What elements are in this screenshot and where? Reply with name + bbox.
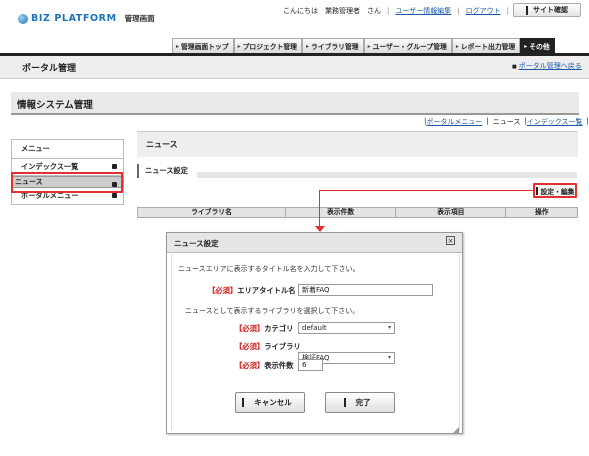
section-label: ニュース設定	[137, 164, 194, 178]
required-mark: 【必須】	[235, 324, 265, 333]
section-title: 情報システム管理	[17, 100, 93, 111]
page-title: ポータル管理	[22, 64, 77, 74]
tab-other[interactable]: その他	[520, 38, 555, 53]
portal-header-bar	[0, 56, 589, 79]
user-bar: こんにちは 業務管理者 さん | ユーザー情報編集 | ログアウト |	[283, 6, 515, 16]
instruction-library: ニュースとして表示するライブラリを選択して下さい。	[185, 307, 360, 315]
required-mark: 【必須】	[208, 286, 238, 295]
tab-report[interactable]: レポート出力管理	[451, 38, 521, 53]
section-header: ニュース設定	[137, 164, 578, 178]
button-label: 完了	[355, 398, 371, 407]
chevron-down-icon: ▾	[387, 324, 391, 331]
column-header-count: 表示件数	[286, 208, 397, 217]
brand-name: BIZ PLATFORM	[31, 13, 117, 24]
field-label: ライブラリ	[264, 342, 301, 351]
sidebar-item-label: インデックス一覧	[21, 162, 79, 171]
breadcrumb: | ポータルメニュー | ニュース | インデックス一覧 |	[420, 117, 589, 127]
resize-grip-icon[interactable]: ◢	[453, 425, 459, 434]
dialog-body	[171, 254, 460, 430]
breadcrumb-portal-menu[interactable]: ポータルメニュー	[426, 117, 482, 127]
sidebar-header: メニュー	[11, 139, 124, 159]
tab-admin-top[interactable]: 管理画面トップ	[172, 38, 234, 53]
button-label: キャンセル	[254, 398, 292, 407]
field-label: エリアタイトル名	[237, 286, 296, 295]
user-edit-link[interactable]: ユーザー情報編集	[395, 6, 451, 16]
divider: |	[457, 7, 460, 15]
settings-edit-button[interactable]: 設定・編集	[533, 183, 577, 198]
divider: |	[506, 7, 509, 15]
tab-user-group[interactable]: ユーザー・グループ管理	[363, 38, 452, 53]
divider: |	[387, 7, 390, 15]
close-icon[interactable]: ×	[446, 236, 455, 245]
main-nav: 管理画面トップ プロジェクト管理 ライブラリ管理 ユーザー・グループ管理 レポー…	[172, 38, 555, 53]
app-subtitle: 管理画面	[124, 14, 155, 23]
button-bar-icon	[343, 398, 346, 407]
logout-link[interactable]: ログアウト	[466, 6, 501, 16]
column-header-library: ライブラリ名	[138, 208, 286, 217]
divider: |	[486, 117, 489, 125]
column-header-items: 表示項目	[396, 208, 507, 217]
selection-highlight	[11, 172, 123, 193]
section-rule	[197, 172, 577, 178]
callout-line	[319, 190, 320, 228]
ok-button[interactable]: 完了	[325, 392, 395, 413]
table-header: ライブラリ名 表示件数 表示項目 操作	[137, 207, 578, 218]
breadcrumb-index-list[interactable]: インデックス一覧	[527, 117, 583, 127]
count-label: 【必須】表示件数	[235, 361, 293, 371]
bullet-icon	[112, 164, 117, 169]
column-header-action: 操作	[534, 208, 549, 216]
content-header-bar	[137, 131, 578, 157]
category-select[interactable]: default ▾	[298, 322, 395, 334]
site-confirm-button[interactable]: サイト確認	[513, 3, 581, 17]
bullet-icon	[112, 193, 117, 198]
area-title-input[interactable]: 新着FAQ	[298, 284, 433, 296]
system-header-bar	[11, 92, 579, 115]
tab-project[interactable]: プロジェクト管理	[233, 38, 302, 53]
back-to-portal-link[interactable]: ポータル管理へ戻る	[512, 61, 582, 71]
required-mark: 【必須】	[235, 342, 265, 351]
instruction-title: ニュースエリアに表示するタイトル名を入力して下さい。	[178, 265, 360, 273]
logo: BIZ PLATFORM 管理画面	[18, 13, 155, 24]
button-bar-icon	[242, 398, 245, 407]
required-mark: 【必須】	[235, 361, 265, 370]
library-label: 【必須】ライブラリ	[235, 342, 301, 352]
breadcrumb-news: ニュース	[492, 118, 521, 126]
dialog-title: ニュース設定	[174, 239, 219, 248]
count-input[interactable]: 6	[298, 359, 323, 371]
area-title-label: 【必須】エリアタイトル名	[208, 286, 296, 296]
category-label: 【必須】カテゴリ	[235, 324, 293, 334]
field-label: カテゴリ	[264, 324, 294, 333]
callout-line	[319, 190, 533, 191]
content-title: ニュース	[146, 140, 178, 149]
greeting: こんにちは 業務管理者 さん	[283, 7, 381, 15]
chevron-down-icon: ▾	[387, 354, 391, 361]
logo-icon	[18, 13, 28, 24]
category-value: default	[302, 324, 327, 332]
field-label: 表示件数	[264, 361, 294, 370]
tab-library[interactable]: ライブラリ管理	[301, 38, 364, 53]
cancel-button[interactable]: キャンセル	[235, 392, 305, 413]
